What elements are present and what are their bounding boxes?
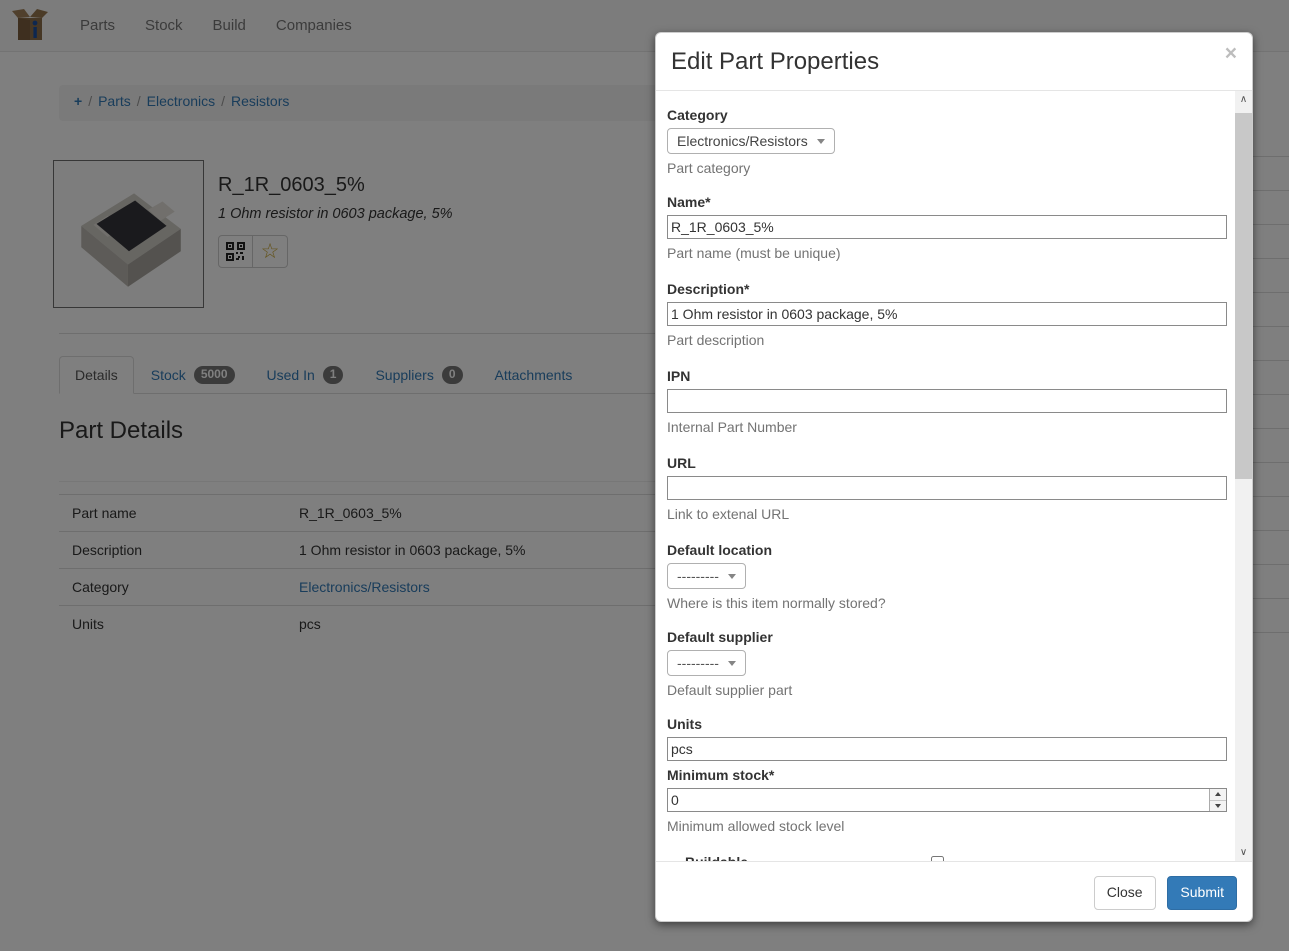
- scrollbar-up-button[interactable]: ∧: [1235, 91, 1252, 108]
- chevron-down-icon: [728, 574, 736, 579]
- field-help: Minimum allowed stock level: [667, 818, 1225, 834]
- scrollbar-thumb[interactable]: [1235, 113, 1252, 479]
- category-select[interactable]: Electronics/Resistors: [667, 128, 835, 154]
- arrow-down-icon: [1215, 804, 1221, 808]
- field-category: Category Electronics/Resistors Part cate…: [667, 107, 1225, 176]
- field-label: Description*: [667, 281, 1225, 297]
- scrollbar-down-button[interactable]: ∨: [1235, 844, 1252, 861]
- chevron-down-icon: [817, 139, 825, 144]
- chevron-down-icon: [728, 661, 736, 666]
- close-button[interactable]: Close: [1094, 876, 1156, 910]
- name-input[interactable]: [667, 215, 1227, 239]
- spinner-down-button[interactable]: [1210, 800, 1226, 812]
- field-description: Description* Part description: [667, 281, 1225, 348]
- select-value: Electronics/Resistors: [677, 133, 808, 149]
- field-help: Default supplier part: [667, 682, 1225, 698]
- modal-header: Edit Part Properties ×: [656, 33, 1252, 91]
- field-help: Link to extenal URL: [667, 506, 1225, 522]
- field-help: Internal Part Number: [667, 419, 1225, 435]
- select-value: ---------: [677, 568, 719, 584]
- select-value: ---------: [677, 655, 719, 671]
- edit-part-modal: Edit Part Properties × Category Electron…: [655, 32, 1253, 922]
- spinner-up-button[interactable]: [1210, 789, 1226, 800]
- field-label: Name*: [667, 194, 1225, 210]
- field-buildable: Buildable: [685, 854, 1225, 861]
- field-url: URL Link to extenal URL: [667, 455, 1225, 522]
- field-label: Buildable: [685, 854, 931, 861]
- field-help: Where is this item normally stored?: [667, 595, 1225, 611]
- modal-body: Category Electronics/Resistors Part cate…: [656, 91, 1252, 861]
- field-ipn: IPN Internal Part Number: [667, 368, 1225, 435]
- default-supplier-select[interactable]: ---------: [667, 650, 746, 676]
- field-help: Part description: [667, 332, 1225, 348]
- default-location-select[interactable]: ---------: [667, 563, 746, 589]
- modal-footer: Close Submit: [656, 861, 1252, 921]
- field-label: Minimum stock*: [667, 767, 1225, 783]
- field-label: IPN: [667, 368, 1225, 384]
- field-label: URL: [667, 455, 1225, 471]
- field-default-supplier: Default supplier --------- Default suppl…: [667, 629, 1225, 698]
- modal-title: Edit Part Properties: [671, 48, 1237, 76]
- minimum-stock-input[interactable]: [667, 788, 1227, 812]
- field-help: Part name (must be unique): [667, 245, 1225, 261]
- ipn-input[interactable]: [667, 389, 1227, 413]
- field-minimum-stock: Minimum stock* Minimum allowed stock lev…: [667, 767, 1225, 834]
- modal-scrollbar[interactable]: ∧ ∨: [1235, 91, 1252, 861]
- description-input[interactable]: [667, 302, 1227, 326]
- number-spinner[interactable]: [1209, 789, 1226, 811]
- field-label: Default location: [667, 542, 1225, 558]
- submit-button[interactable]: Submit: [1167, 876, 1237, 910]
- field-default-location: Default location --------- Where is this…: [667, 542, 1225, 611]
- field-label: Units: [667, 716, 1225, 732]
- field-units: Units: [667, 716, 1225, 761]
- field-name: Name* Part name (must be unique): [667, 194, 1225, 261]
- close-icon[interactable]: ×: [1225, 43, 1237, 64]
- field-label: Default supplier: [667, 629, 1225, 645]
- url-input[interactable]: [667, 476, 1227, 500]
- units-input[interactable]: [667, 737, 1227, 761]
- field-help: Part category: [667, 160, 1225, 176]
- field-label: Category: [667, 107, 1225, 123]
- arrow-up-icon: [1215, 792, 1221, 796]
